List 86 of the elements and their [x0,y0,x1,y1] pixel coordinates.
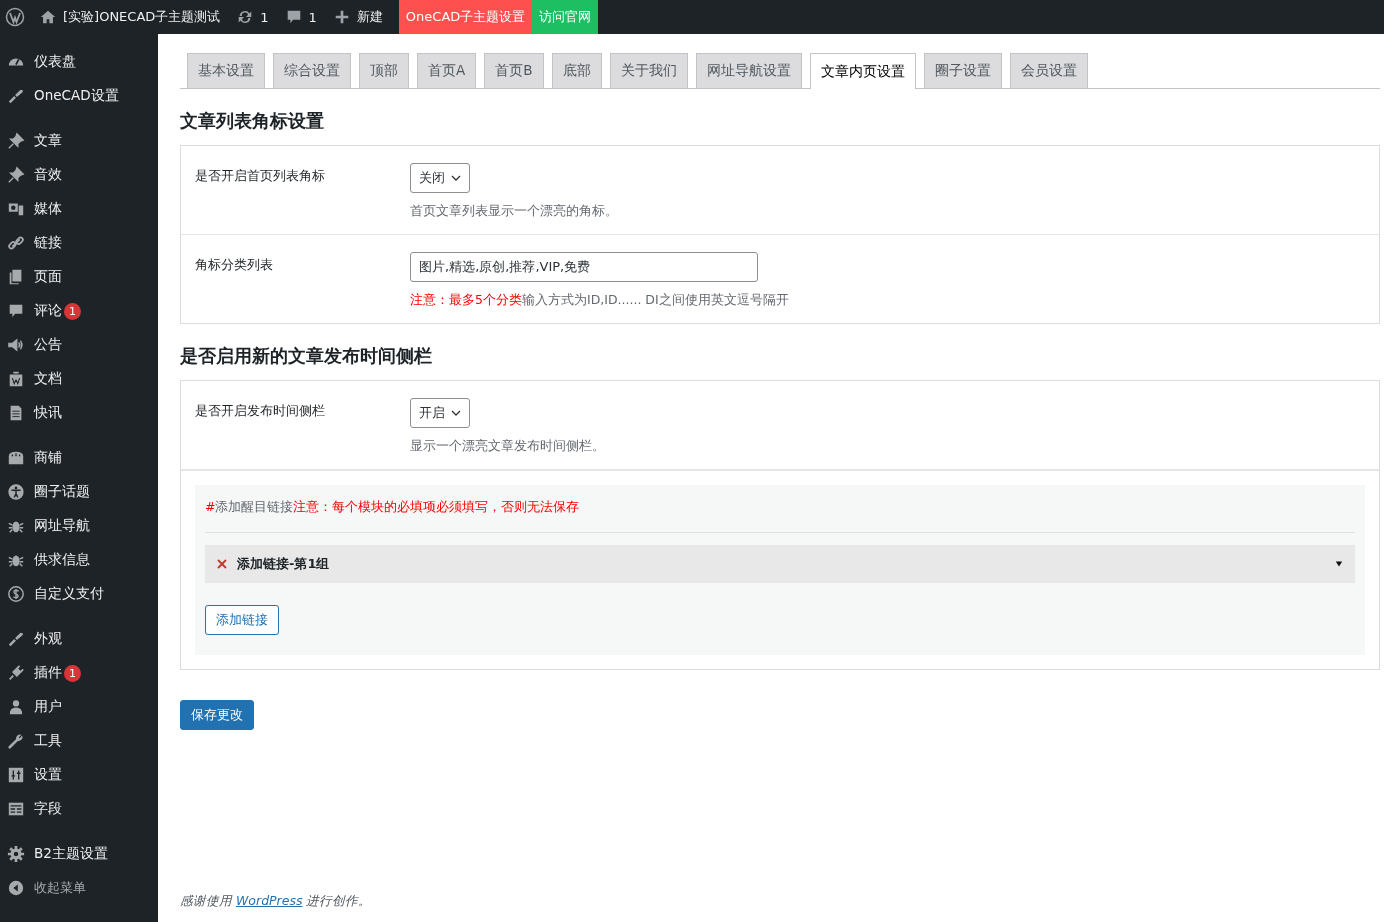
chevron-down-icon [451,410,461,416]
gear-icon [7,845,25,863]
sidebar-item[interactable]: 文档 [34,370,62,388]
tab[interactable]: 综合设置 [273,53,351,88]
caret-icon[interactable] [1335,561,1343,567]
field-label: 是否开启发布时间侧栏 [195,402,326,420]
dollar-icon [7,585,25,603]
hash-mark: # [205,499,216,514]
field-label: 角标分类列表 [195,256,274,274]
trash-icon [7,370,25,388]
sidebar-item[interactable]: 链接 [34,234,62,252]
sidebar-item[interactable]: 评论 [34,302,62,320]
add-link-button[interactable]: 添加链接 [205,605,279,635]
sidebar-item[interactable]: B2主题设置 [34,845,108,863]
sidebar-item[interactable]: 圈子话题 [34,483,90,501]
help-text: 输入方式为ID,ID...... DI之间使用英文逗号隔开 [521,292,789,307]
sliders-icon [7,766,25,784]
sidebar-item[interactable]: 字段 [34,800,62,818]
tab[interactable]: 会员设置 [1009,53,1088,88]
user-icon [7,698,25,716]
sidebar-item[interactable]: 快讯 [34,404,62,422]
tab[interactable]: 底部 [551,53,602,88]
link-icon [7,234,25,252]
wordpress-link[interactable]: WordPress [236,893,303,908]
speaker-icon [7,336,25,354]
group-title: 添加链接-第1组 [237,555,331,573]
sidebar-item[interactable]: 用户 [34,698,62,716]
table-icon [7,800,25,818]
sidebar-item[interactable]: 供求信息 [34,551,90,569]
sidebar-item[interactable]: 外观 [34,630,62,648]
tab[interactable]: 首页A [417,53,477,88]
section-title: 文章列表角标设置 [180,109,325,133]
sidebar-item[interactable]: 插件 [34,664,62,682]
collapse-menu-button[interactable]: 收起菜单 [34,879,86,897]
text-input-field[interactable]: 图片,精选,原创,推荐,VIP,免费 [410,252,758,282]
sidebar-item[interactable]: 公告 [34,336,62,354]
footer-text: 感谢使用 WordPress 进行创作。 [180,893,373,910]
brush-icon [7,87,25,105]
comments-count: 1 [308,9,317,25]
tab[interactable]: 圈子设置 [923,53,1002,88]
chevron-down-icon [451,175,461,181]
repeater-title: 添加醒目链接 [215,499,294,514]
sidebar-item[interactable]: 页面 [34,268,62,286]
collapse-icon [7,879,25,897]
count-badge: 1 [64,664,81,682]
tab[interactable]: 文章内页设置 [809,53,916,89]
sidebar-item[interactable]: 媒体 [34,200,62,218]
field-label: 是否开启首页列表角标 [195,167,326,185]
tab[interactable]: 网址导航设置 [695,53,802,88]
tab[interactable]: 关于我们 [609,53,688,88]
tab[interactable]: 顶部 [359,53,409,88]
sidebar-item[interactable]: 自定义支付 [34,585,104,603]
remove-icon[interactable] [217,559,227,569]
updates-count: 1 [260,9,269,25]
sidebar-item[interactable]: 音效 [34,166,62,184]
sidebar-item[interactable]: 商铺 [34,449,62,467]
sidebar-item[interactable]: OneCAD设置 [34,87,119,105]
help-text: 显示一个漂亮文章发布时间侧栏。 [410,438,605,453]
warning-text: 注意：每个模块的必填项必须填写，否则无法保存 [293,499,580,514]
person-circle-icon [7,483,25,501]
save-button[interactable]: 保存更改 [180,700,254,730]
warning-text: 注意：最多5个分类 [410,292,522,307]
plug-icon [7,664,25,682]
pin-icon [7,166,25,184]
home-icon[interactable] [39,8,57,26]
pin-icon [7,132,25,150]
sidebar-item[interactable]: 文章 [34,132,62,150]
sidebar-item[interactable]: 仪表盘 [34,53,76,71]
brush-icon [7,630,25,648]
section-title: 是否启用新的文章发布时间侧栏 [180,344,433,368]
new-link[interactable]: 新建 [356,8,383,26]
bag-icon [7,449,25,467]
repeater-group-header[interactable]: 添加链接-第1组 [205,545,1355,583]
wordpress-logo-icon[interactable] [5,7,25,27]
select-dropdown[interactable]: 关闭 [410,163,470,193]
sidebar-item[interactable]: 工具 [34,732,62,750]
tab[interactable]: 首页B [484,53,544,88]
count-badge: 1 [64,302,81,320]
sidebar-item[interactable]: 网址导航 [34,517,90,535]
help-text: 首页文章列表显示一个漂亮的角标。 [410,203,618,218]
comment-icon [7,302,25,320]
site-title-link[interactable]: [实验]ONECAD子主题测试 [63,8,221,26]
sidebar-item[interactable]: 设置 [34,766,62,784]
select-dropdown[interactable]: 开启 [410,398,470,428]
tab[interactable]: 基本设置 [187,53,265,88]
wrench-icon [7,732,25,750]
